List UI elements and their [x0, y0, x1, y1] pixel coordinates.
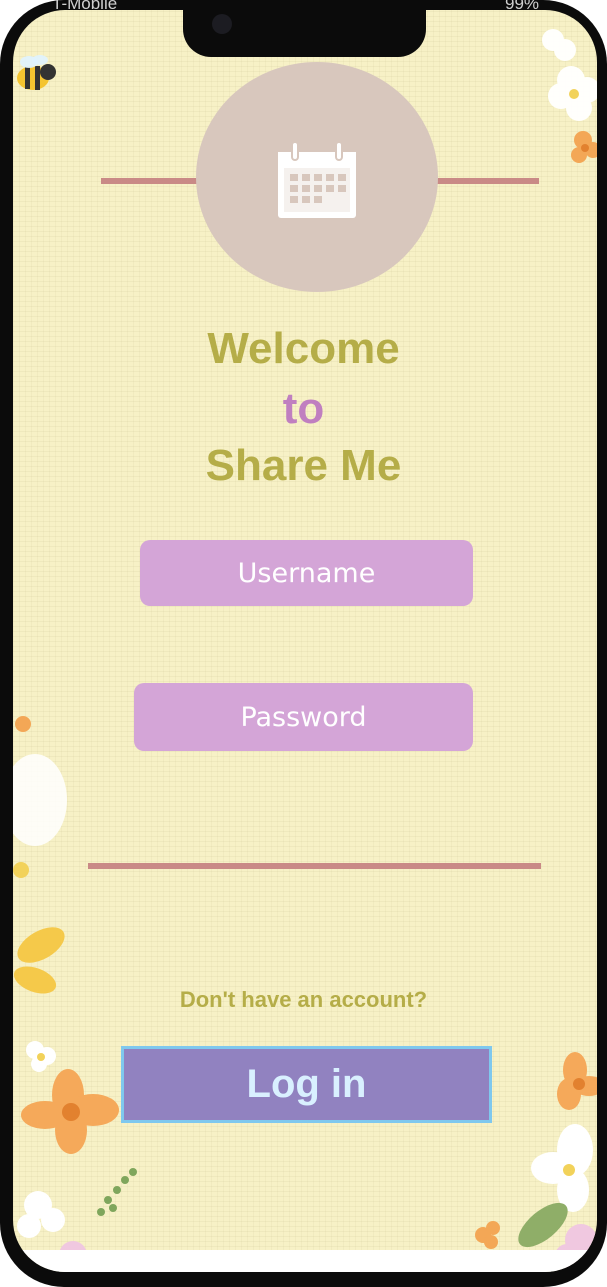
header-divider-right: [433, 178, 539, 184]
login-button[interactable]: Log in: [121, 1046, 492, 1123]
form-divider: [88, 863, 541, 869]
bee-icon: [17, 55, 56, 90]
home-indicator-area: [13, 1250, 597, 1272]
welcome-title-line3: Share Me: [205, 441, 402, 490]
calendar-icon: [278, 141, 356, 218]
welcome-title-line1: Welcome: [207, 324, 400, 373]
welcome-title-line2: to: [282, 384, 325, 433]
username-field[interactable]: Username: [140, 540, 473, 606]
battery-label: 99%: [505, 0, 540, 13]
flower-top-right-icon: [542, 29, 597, 163]
device-notch: [183, 0, 426, 57]
phone-frame: T-Mobile 99% Welcome to Share Me Usernam…: [0, 0, 607, 1287]
password-field[interactable]: Password: [134, 683, 473, 751]
camera-icon: [212, 14, 232, 34]
avatar: [196, 62, 438, 292]
signup-link[interactable]: Don't have an account?: [0, 987, 607, 1013]
carrier-label: T-Mobile: [52, 0, 118, 13]
header-divider-left: [101, 178, 201, 184]
flower-left-side-icon: [13, 716, 67, 994]
